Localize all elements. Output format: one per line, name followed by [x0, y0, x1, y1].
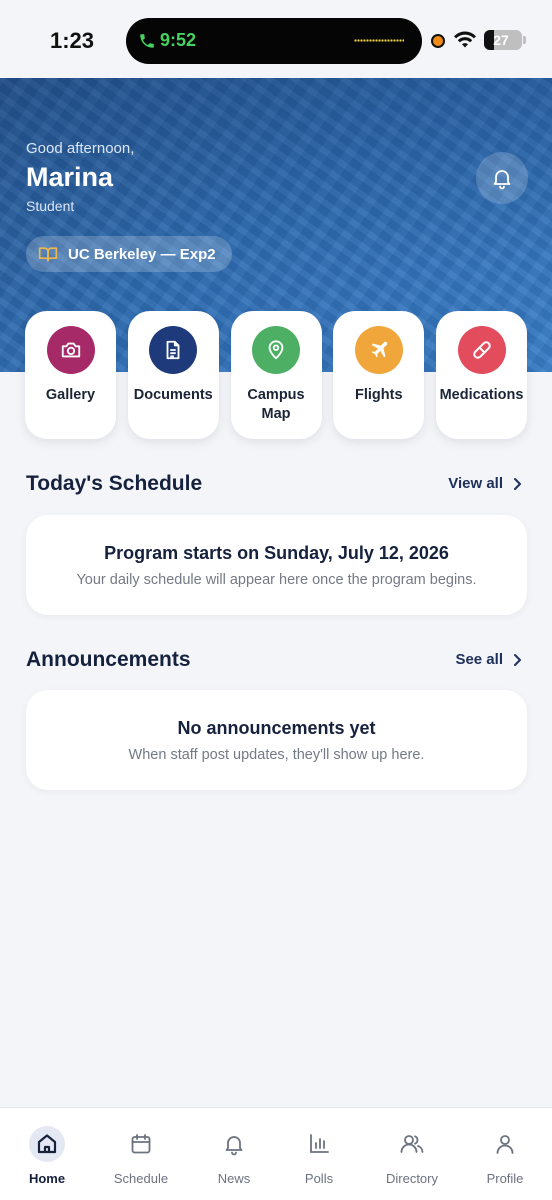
documents-button[interactable]: Documents [127, 311, 219, 439]
gallery-button[interactable]: Gallery [25, 311, 116, 439]
status-bar: 1:23 9:52 27 [0, 0, 552, 78]
map-pin-icon [268, 340, 284, 360]
nav-polls[interactable]: Polls [280, 1108, 358, 1200]
pill-icon [472, 341, 491, 359]
view-all-label: View all [448, 475, 503, 492]
notifications-button[interactable] [476, 152, 528, 204]
documents-icon-circle [149, 326, 198, 374]
profile-icon-wrap [487, 1126, 523, 1162]
app-screen: 1:23 9:52 27 Good afternoon, Marina Stud… [0, 0, 552, 1200]
call-duration: 9:52 [160, 30, 197, 50]
schedule-card-subtitle: Your daily schedule will appear here onc… [76, 571, 477, 588]
battery-level: 27 [493, 32, 509, 48]
calendar-icon [131, 1134, 151, 1154]
schedule-card: Program starts on Sunday, July 12, 2026 … [26, 515, 527, 615]
battery-tip [523, 36, 526, 44]
announcements-card: No announcements yet When staff post upd… [26, 690, 527, 790]
nav-directory[interactable]: Directory [358, 1108, 466, 1200]
schedule-card-title: Program starts on Sunday, July 12, 2026 [104, 542, 449, 563]
user-role: Student [26, 198, 75, 214]
announcements-see-all-link[interactable]: See all [455, 651, 522, 668]
audio-waveform-icon [354, 39, 404, 42]
nav-home-label: Home [28, 1171, 66, 1186]
nav-directory-label: Directory [385, 1171, 438, 1186]
medications-icon-circle [457, 326, 506, 374]
campus-map-button[interactable]: Campus Map [230, 311, 322, 439]
gallery-label: Gallery [45, 387, 96, 403]
bell-icon [493, 170, 511, 190]
quick-actions: Gallery Documents Campus Map Flights Med… [25, 311, 527, 439]
schedule-view-all-link[interactable]: View all [448, 475, 522, 492]
chevron-right-icon [514, 653, 521, 666]
home-icon-wrap [29, 1126, 65, 1162]
program-badge[interactable]: UC Berkeley — Exp2 [26, 236, 232, 272]
nav-home[interactable]: Home [0, 1108, 94, 1200]
plane-icon [371, 341, 388, 358]
bottom-navigation: Home Schedule News Polls Directory Profi… [0, 1107, 552, 1200]
announcements-section-title: Announcements [26, 648, 191, 671]
book-icon [38, 247, 58, 262]
chevron-right-icon [514, 477, 521, 490]
recording-indicator-icon [431, 34, 445, 48]
medications-label: Medications [439, 387, 524, 403]
bar-chart-icon [310, 1134, 329, 1153]
campus-map-label: Campus Map [247, 387, 305, 422]
user-name: Marina [26, 162, 114, 192]
status-time: 1:23 [50, 28, 95, 53]
battery-icon: 27 [484, 30, 522, 50]
campus-map-icon-circle [252, 326, 300, 374]
nav-polls-label: Polls [304, 1171, 334, 1186]
greeting-text: Good afternoon, [26, 140, 135, 157]
program-name: UC Berkeley — Exp2 [68, 245, 216, 263]
documents-label: Documents [133, 387, 213, 403]
phone-icon [140, 34, 154, 48]
nav-profile-label: Profile [486, 1171, 524, 1186]
announcements-card-title: No announcements yet [177, 717, 376, 738]
bell-icon [225, 1136, 243, 1156]
gallery-icon-circle [46, 326, 95, 374]
camera-icon [61, 342, 80, 358]
polls-icon-wrap [301, 1126, 337, 1162]
dynamic-island[interactable]: 9:52 [126, 18, 422, 64]
flights-icon-circle [354, 326, 403, 374]
document-icon [166, 340, 180, 360]
nav-schedule[interactable]: Schedule [94, 1108, 188, 1200]
announcements-card-subtitle: When staff post updates, they'll show up… [128, 746, 425, 763]
users-icon [400, 1135, 424, 1153]
calendar-icon-wrap [123, 1126, 159, 1162]
nav-news[interactable]: News [188, 1108, 280, 1200]
directory-icon-wrap [394, 1126, 430, 1162]
schedule-section-title: Today's Schedule [26, 472, 203, 495]
user-icon [496, 1135, 514, 1154]
wifi-icon [454, 31, 476, 48]
flights-button[interactable]: Flights [333, 311, 425, 439]
see-all-label: See all [455, 651, 503, 668]
nav-news-label: News [217, 1171, 251, 1186]
medications-button[interactable]: Medications [436, 311, 527, 439]
home-icon [37, 1134, 57, 1154]
flights-label: Flights [354, 387, 403, 403]
nav-profile[interactable]: Profile [466, 1108, 544, 1200]
nav-schedule-label: Schedule [113, 1171, 169, 1186]
news-icon-wrap [216, 1126, 252, 1162]
